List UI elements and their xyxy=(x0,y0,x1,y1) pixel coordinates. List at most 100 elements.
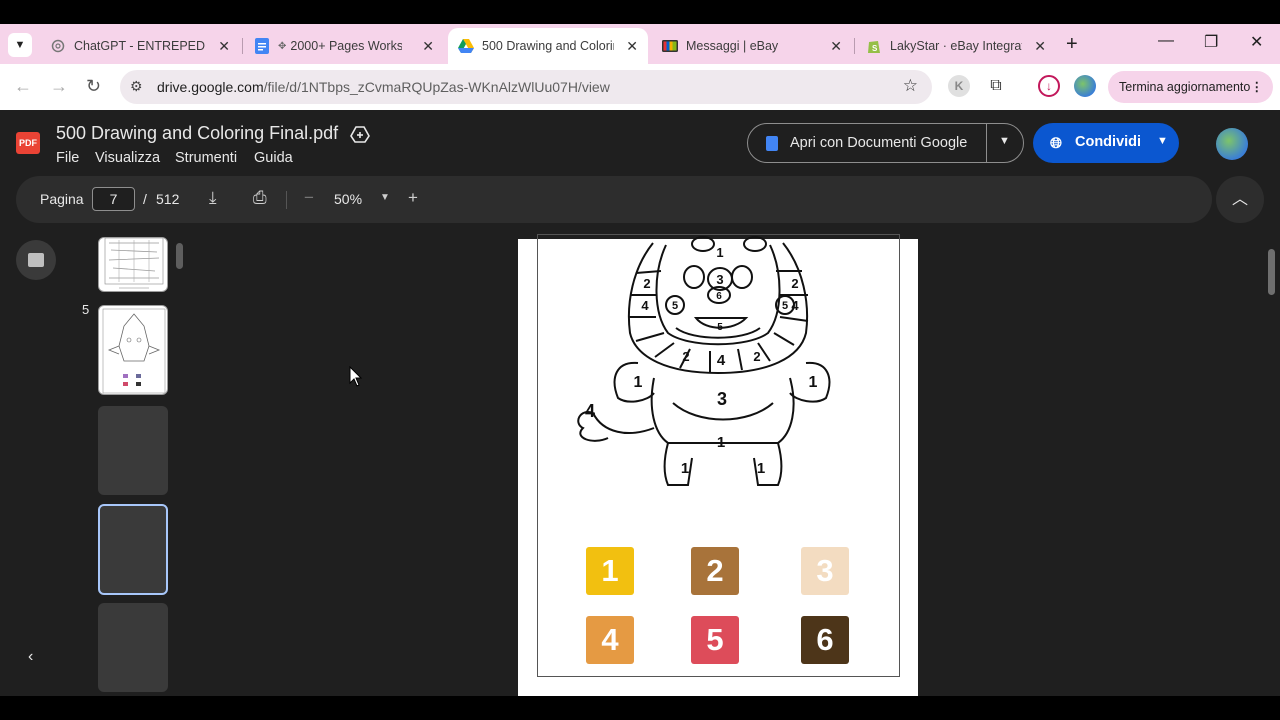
swatch-number: 2 xyxy=(706,553,724,588)
url-text[interactable]: drive.google.com/file/d/1NTbps_zCvmaRQUp… xyxy=(157,79,610,95)
thumbnail-drawing xyxy=(102,308,166,394)
figure-number: 5 xyxy=(672,300,678,312)
tab-title: 500 Drawing and Colorin xyxy=(482,39,614,53)
open-with-docs-button[interactable]: Apri con Documenti Google ▼ xyxy=(747,123,1024,163)
close-icon[interactable]: ✕ xyxy=(1034,38,1046,55)
figure-number: 2 xyxy=(791,276,798,291)
bookmark-star-icon[interactable]: ☆ xyxy=(903,76,918,96)
figure-number: 2 xyxy=(753,349,760,364)
viewer-scrollbar[interactable] xyxy=(1268,249,1275,295)
collapse-toolbar-chevron-up-icon[interactable]: ︿ xyxy=(1216,176,1264,223)
svg-text:S: S xyxy=(872,44,878,53)
close-icon[interactable]: ✕ xyxy=(626,38,638,55)
dropdown-caret-icon[interactable]: ▼ xyxy=(999,135,1010,147)
figure-number: 1 xyxy=(681,460,689,477)
page-number-input[interactable]: 7 xyxy=(92,187,135,211)
add-shortcut-to-drive-icon[interactable] xyxy=(350,124,370,144)
color-key-swatch: 2 xyxy=(691,547,739,595)
page-thumbnail[interactable] xyxy=(98,406,168,495)
address-bar[interactable]: ⚙ drive.google.com/file/d/1NTbps_zCvmaRQ… xyxy=(120,70,932,104)
swatch-number: 5 xyxy=(706,622,724,657)
figure-number: 3 xyxy=(716,272,723,287)
zoom-dropdown-icon[interactable]: ▼ xyxy=(380,192,390,203)
figure-number: 2 xyxy=(643,276,650,291)
menu-file[interactable]: File xyxy=(56,150,79,166)
collapse-sidebar-chevron-left-icon[interactable]: ‹ xyxy=(28,648,33,666)
figure-number: 4 xyxy=(585,401,595,421)
tab-title: Messaggi | eBay xyxy=(686,39,779,53)
swatch-number: 4 xyxy=(601,622,619,657)
download-icon[interactable]: ↓ xyxy=(1038,75,1060,97)
drive-header: PDF 500 Drawing and Coloring Final.pdf F… xyxy=(0,110,1280,176)
figure-number: 4 xyxy=(791,298,799,313)
file-title: 500 Drawing and Coloring Final.pdf xyxy=(56,123,339,143)
tab-lakystar[interactable]: S LakyStar · eBay Integratio ✕ xyxy=(856,28,1056,64)
thumbnail-page-number: 5 xyxy=(82,302,90,317)
more-vert-icon[interactable]: ⋮ xyxy=(1251,71,1264,103)
restore-icon[interactable]: ❐ xyxy=(1204,32,1218,52)
shopify-icon: S xyxy=(866,38,882,54)
figure-number: 3 xyxy=(717,389,727,409)
color-key-swatch: 3 xyxy=(801,547,849,595)
button-divider xyxy=(986,124,987,162)
forward-arrow-icon[interactable]: → xyxy=(50,76,68,97)
sparkle-icon: ✥ xyxy=(278,40,287,52)
google-drive-icon xyxy=(458,38,474,54)
mouse-cursor-icon xyxy=(349,366,363,387)
page-thumbnail-current[interactable] xyxy=(98,504,168,595)
url-domain: drive.google.com xyxy=(157,79,264,95)
download-icon[interactable]: ⤓ xyxy=(209,188,217,208)
pdf-page: 1 3 6 5 5 5 2 4 2 4 2 4 2 1 1 3 1 1 1 4 xyxy=(518,234,918,696)
zoom-out-icon[interactable]: − xyxy=(304,188,314,208)
zoom-level[interactable]: 50% xyxy=(334,191,362,207)
share-label: Condividi xyxy=(1075,134,1142,150)
close-icon[interactable]: ✕ xyxy=(218,38,230,55)
tab-title: LakyStar · eBay Integratio xyxy=(890,39,1022,53)
tab-drive-pdf[interactable]: 500 Drawing and Colorin ✕ xyxy=(448,28,648,64)
site-settings-icon[interactable]: ⚙ xyxy=(130,78,143,95)
menu-view[interactable]: Visualizza xyxy=(95,150,160,166)
browser-toolbar: ← → ↻ ⚙ drive.google.com/file/d/1NTbps_z… xyxy=(0,64,1280,110)
page-thumbnail[interactable] xyxy=(98,237,168,292)
tab-worksheets-doc[interactable]: ✥ 2000+ Pages Worksh ✕ xyxy=(244,28,444,64)
color-key-swatch: 6 xyxy=(801,616,849,664)
close-icon[interactable]: ✕ xyxy=(830,38,842,55)
reload-icon[interactable]: ↻ xyxy=(86,76,101,97)
extensions-puzzle-icon[interactable]: ⧉ xyxy=(985,75,1007,97)
back-arrow-icon[interactable]: ← xyxy=(14,76,32,97)
color-key-swatch: 4 xyxy=(586,616,634,664)
page-thumbnail[interactable] xyxy=(98,603,168,692)
profile-avatar-icon[interactable] xyxy=(1074,75,1096,97)
zoom-in-icon[interactable]: + xyxy=(408,188,418,208)
globe-icon: 🌐︎ xyxy=(1050,135,1063,152)
page-label: Pagina xyxy=(40,191,84,207)
figure-number: 4 xyxy=(641,298,649,313)
thumbnails-toggle-button[interactable] xyxy=(16,240,56,280)
image-icon xyxy=(28,253,44,267)
chatgpt-icon xyxy=(50,38,66,54)
dropdown-caret-icon[interactable]: ▼ xyxy=(1157,135,1168,147)
print-icon[interactable]: ⎙ xyxy=(253,188,267,208)
extension-k-icon[interactable]: K xyxy=(948,75,970,97)
share-button[interactable]: 🌐︎ Condividi ▼ xyxy=(1033,123,1179,163)
menu-tools[interactable]: Strumenti xyxy=(175,150,237,166)
tab-search-button[interactable]: ▼ xyxy=(8,33,32,57)
tab-ebay-messages[interactable]: Messaggi | eBay ✕ xyxy=(652,28,852,64)
tab-separator xyxy=(854,38,855,54)
tab-title: 2000+ Pages Worksh xyxy=(290,39,403,53)
tab-chatgpt[interactable]: ChatGPT - ENTREPEDIA 2 ✕ xyxy=(40,28,240,64)
close-window-icon[interactable]: ✕ xyxy=(1250,32,1263,52)
figure-number: 1 xyxy=(716,245,723,260)
menu-help[interactable]: Guida xyxy=(254,150,293,166)
tab-separator xyxy=(242,38,243,54)
total-pages: 512 xyxy=(156,191,180,207)
update-button[interactable]: Termina aggiornamento ⋮ xyxy=(1108,71,1273,103)
minimize-icon[interactable]: — xyxy=(1158,32,1174,50)
page-thumbnail[interactable] xyxy=(98,305,168,395)
close-icon[interactable]: ✕ xyxy=(422,38,434,55)
figure-number: 6 xyxy=(716,291,722,302)
sidebar-scrollbar[interactable] xyxy=(176,243,183,269)
new-tab-plus-icon[interactable]: + xyxy=(1066,34,1078,54)
account-avatar[interactable] xyxy=(1216,128,1248,160)
figure-number: 1 xyxy=(717,434,725,451)
